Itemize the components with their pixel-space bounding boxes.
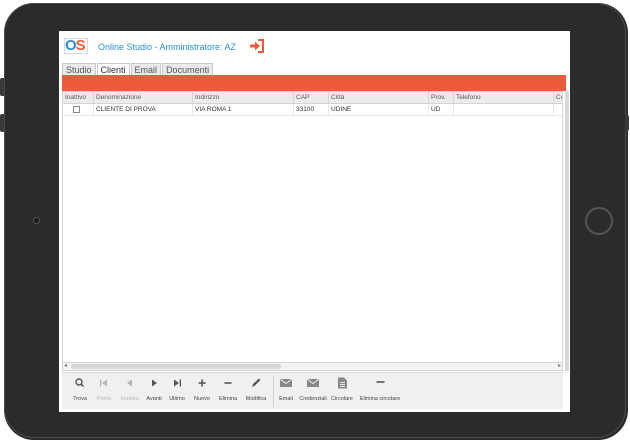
pencil-icon [252,378,261,387]
ultimo-label: Ultimo [169,396,185,402]
tablet-side-button-power [625,115,629,131]
document-icon [338,377,347,389]
app-header: OS Online Studio - Amministratore: AZ [59,31,570,63]
minus-icon [376,381,385,383]
modifica-label: Modifica [245,396,267,402]
indietro-button[interactable]: Indietro [118,375,142,409]
trova-button[interactable]: Trova [70,375,90,409]
ultimo-button[interactable]: Ultimo [167,375,187,409]
cell-denominazione: CLIENTE DI PROVA [94,104,193,115]
envelope-icon [306,378,320,387]
col-header-cap[interactable]: CAP [294,92,329,103]
app-screen: OS Online Studio - Amministratore: AZ St… [59,31,570,412]
minus-icon [224,382,232,384]
app-title: Online Studio - Amministratore: AZ [98,42,237,52]
tab-studio[interactable]: Studio [62,63,96,75]
email-button[interactable]: Email [276,375,296,409]
vertical-scrollbar[interactable] [565,91,569,371]
tablet-camera [33,217,40,224]
credenziali-label: Credenziali [299,396,327,402]
col-header-inattivo[interactable]: Inattivo [63,92,94,103]
primo-label: Primo [96,396,112,402]
next-icon [152,379,157,387]
search-icon [75,378,85,388]
bottom-toolbar: Trova Primo Indietro Avanti Ultimo Nuovo… [62,372,563,409]
col-header-denominazione[interactable]: Denominazione [94,92,193,103]
cell-telefono [454,104,554,115]
primo-button[interactable]: Primo [94,375,114,409]
app-logo: OS [65,37,86,54]
modifica-button[interactable]: Modifica [243,375,269,409]
previous-icon [127,379,132,387]
col-header-extra[interactable]: Ce [554,92,562,103]
table-row[interactable]: CLIENTE DI PROVA VIA ROMA 1 33100 UDINE … [63,104,562,116]
tablet-side-button-top [0,78,4,96]
elimina-circolare-button[interactable]: Elimina circolare [358,375,402,409]
plus-icon [198,379,206,387]
cell-cap: 33100 [294,104,329,115]
first-icon [100,379,107,387]
logout-icon[interactable] [249,38,265,54]
toolbar-separator [273,376,274,407]
cell-indirizzo: VIA ROMA 1 [193,104,294,115]
credenziali-button[interactable]: Credenziali [298,375,328,409]
avanti-button[interactable]: Avanti [144,375,164,409]
inattivo-checkbox[interactable] [73,106,80,113]
scrollbar-thumb[interactable] [71,364,281,369]
circolare-button[interactable]: Circolare [329,375,355,409]
col-header-prov[interactable]: Prov. [429,92,454,103]
scroll-right-icon[interactable]: ▸ [558,363,561,370]
cell-extra [554,104,562,115]
tab-email[interactable]: Email [130,63,162,75]
indietro-label: Indietro [120,396,140,402]
scroll-left-icon[interactable]: ◂ [64,363,67,370]
clients-grid: Inattivo Denominazione Indirizzo CAP Cit… [62,91,563,364]
elimina-circolare-label: Elimina circolare [359,396,401,402]
tablet-side-button-mid [0,114,4,132]
grid-header-row: Inattivo Denominazione Indirizzo CAP Cit… [63,92,562,104]
tablet-home-button[interactable] [585,207,613,235]
envelope-icon [279,378,293,387]
col-header-telefono[interactable]: Telefono [454,92,554,103]
horizontal-scrollbar[interactable]: ◂ ▸ [62,362,563,371]
col-header-citta[interactable]: Città [329,92,429,103]
last-icon [174,379,181,387]
elimina-button[interactable]: Elimina [217,375,239,409]
nuovo-label: Nuovo [194,396,210,402]
elimina-label: Elimina [218,396,238,402]
circolare-label: Circolare [330,396,353,402]
avanti-label: Avanti [146,396,162,402]
section-header-bar [62,75,566,91]
logo-letter-s: S [75,37,86,54]
cell-prov: UD [429,104,454,115]
tab-bar: Studio Clienti Email Documenti [62,63,214,75]
cell-citta: UDINE [329,104,429,115]
email-label: Email [279,396,293,402]
tab-documenti[interactable]: Documenti [162,63,214,75]
logo-letter-o: O [65,37,77,54]
col-header-indirizzo[interactable]: Indirizzo [193,92,294,103]
trova-label: Trova [73,396,87,402]
cell-inattivo [63,104,94,115]
nuovo-button[interactable]: Nuovo [192,375,212,409]
tab-clienti[interactable]: Clienti [96,63,130,75]
